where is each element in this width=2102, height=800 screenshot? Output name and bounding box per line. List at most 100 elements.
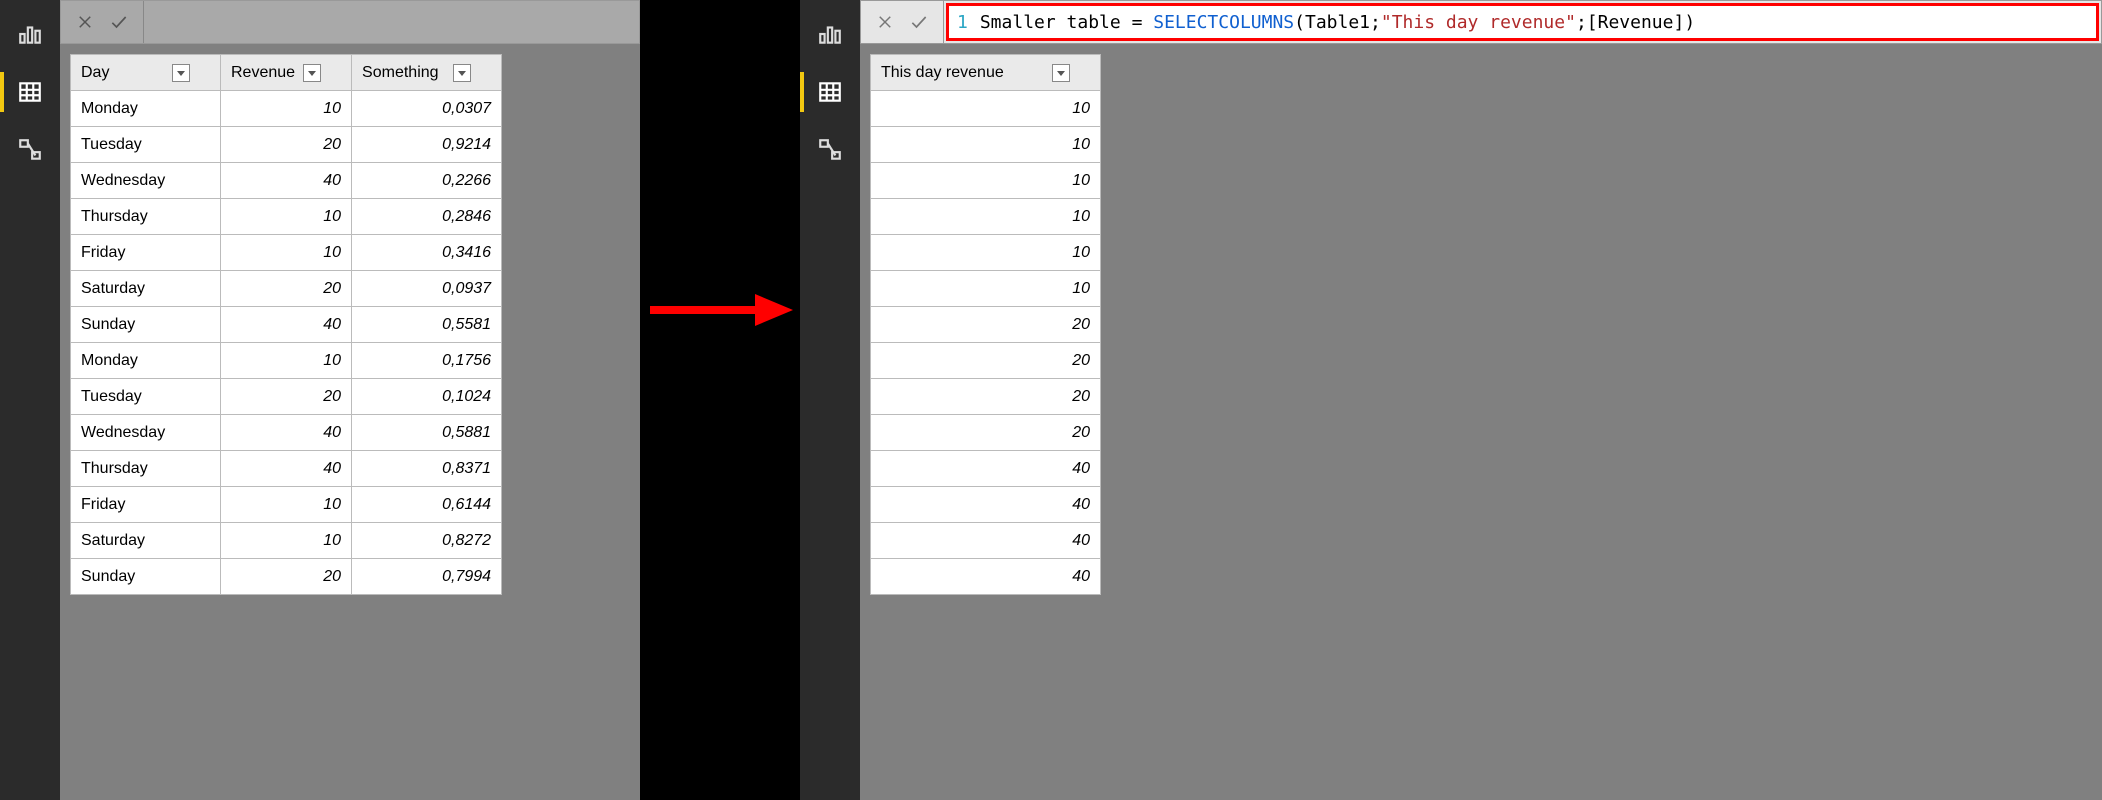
report-view-icon[interactable]: [10, 14, 50, 54]
table-row[interactable]: Wednesday400,5881: [71, 415, 502, 451]
table-row[interactable]: 40: [871, 451, 1101, 487]
cell-day: Tuesday: [71, 379, 221, 415]
cell-revenue: 40: [221, 451, 352, 487]
cancel-formula-button[interactable]: [871, 8, 899, 36]
cell-day: Sunday: [71, 559, 221, 595]
table-row[interactable]: 10: [871, 199, 1101, 235]
right-grid-wrap: This day revenue 10101010101020202020404…: [860, 44, 2102, 595]
table-row[interactable]: 40: [871, 487, 1101, 523]
cell-day: Saturday: [71, 523, 221, 559]
cell-this-day-revenue: 20: [871, 379, 1101, 415]
cell-revenue: 40: [221, 415, 352, 451]
table-row[interactable]: Tuesday200,1024: [71, 379, 502, 415]
formula-arg-string: "This day revenue": [1381, 12, 1576, 33]
right-formula-bar: 1 Smaller table = SELECTCOLUMNS ( Table1…: [860, 0, 2102, 44]
report-view-icon[interactable]: [810, 14, 850, 54]
model-view-icon[interactable]: [10, 130, 50, 170]
cell-day: Sunday: [71, 307, 221, 343]
column-filter-button[interactable]: [1052, 64, 1070, 82]
right-formula-input[interactable]: 1 Smaller table = SELECTCOLUMNS ( Table1…: [946, 3, 2099, 41]
cell-this-day-revenue: 40: [871, 523, 1101, 559]
cell-revenue: 10: [221, 343, 352, 379]
confirm-formula-button[interactable]: [105, 8, 133, 36]
left-main: DayRevenueSomething Monday100,0307Tuesda…: [60, 0, 640, 800]
table-row[interactable]: Wednesday400,2266: [71, 163, 502, 199]
table-row[interactable]: 10: [871, 127, 1101, 163]
cell-this-day-revenue: 40: [871, 559, 1101, 595]
formula-sep: ;: [1370, 12, 1381, 33]
table-row[interactable]: Tuesday200,9214: [71, 127, 502, 163]
cell-this-day-revenue: 10: [871, 91, 1101, 127]
cell-something: 0,6144: [352, 487, 502, 523]
cancel-formula-button[interactable]: [71, 8, 99, 36]
cell-this-day-revenue: 20: [871, 343, 1101, 379]
table-row[interactable]: Sunday400,5581: [71, 307, 502, 343]
left-formula-input[interactable]: [144, 1, 639, 43]
table-row[interactable]: Monday100,1756: [71, 343, 502, 379]
column-header-label: Something: [362, 64, 439, 82]
formula-open-paren: (: [1294, 12, 1305, 33]
cell-day: Monday: [71, 343, 221, 379]
table-row[interactable]: Thursday100,2846: [71, 199, 502, 235]
cell-day: Friday: [71, 235, 221, 271]
right-panel: 1 Smaller table = SELECTCOLUMNS ( Table1…: [800, 0, 2102, 800]
arrow-icon: [645, 290, 795, 330]
column-filter-button[interactable]: [172, 64, 190, 82]
table-row[interactable]: 20: [871, 343, 1101, 379]
table-row[interactable]: Monday100,0307: [71, 91, 502, 127]
cell-something: 0,5581: [352, 307, 502, 343]
data-view-icon[interactable]: [10, 72, 50, 112]
formula-table-name: Smaller table: [980, 12, 1121, 33]
cell-day: Monday: [71, 91, 221, 127]
column-filter-button[interactable]: [303, 64, 321, 82]
confirm-formula-button[interactable]: [905, 8, 933, 36]
cell-day: Wednesday: [71, 163, 221, 199]
cell-this-day-revenue: 10: [871, 271, 1101, 307]
table-row[interactable]: 10: [871, 235, 1101, 271]
cell-revenue: 10: [221, 523, 352, 559]
cell-revenue: 20: [221, 271, 352, 307]
cell-day: Thursday: [71, 199, 221, 235]
table-row[interactable]: 20: [871, 379, 1101, 415]
formula-arg-column: [Revenue]: [1587, 12, 1685, 33]
column-header[interactable]: Day: [71, 55, 221, 91]
left-grid-wrap: DayRevenueSomething Monday100,0307Tuesda…: [60, 44, 640, 595]
cell-revenue: 40: [221, 163, 352, 199]
table-row[interactable]: Saturday200,0937: [71, 271, 502, 307]
cell-something: 0,8371: [352, 451, 502, 487]
table-row[interactable]: 10: [871, 91, 1101, 127]
cell-revenue: 10: [221, 199, 352, 235]
model-view-icon[interactable]: [810, 130, 850, 170]
column-header[interactable]: Revenue: [221, 55, 352, 91]
cell-revenue: 20: [221, 127, 352, 163]
formula-close-paren: ): [1684, 12, 1695, 33]
table-row[interactable]: 40: [871, 523, 1101, 559]
right-table: This day revenue 10101010101020202020404…: [870, 54, 1101, 595]
table-row[interactable]: Friday100,3416: [71, 235, 502, 271]
cell-something: 0,1756: [352, 343, 502, 379]
cell-revenue: 20: [221, 559, 352, 595]
cell-revenue: 20: [221, 379, 352, 415]
table-row[interactable]: Thursday400,8371: [71, 451, 502, 487]
column-header[interactable]: This day revenue: [871, 55, 1101, 91]
cell-something: 0,7994: [352, 559, 502, 595]
table-row[interactable]: 20: [871, 415, 1101, 451]
table-row[interactable]: 10: [871, 163, 1101, 199]
table-row[interactable]: 40: [871, 559, 1101, 595]
cell-something: 0,8272: [352, 523, 502, 559]
table-row[interactable]: 20: [871, 307, 1101, 343]
table-row[interactable]: Saturday100,8272: [71, 523, 502, 559]
right-sidebar: [800, 0, 860, 800]
cell-day: Saturday: [71, 271, 221, 307]
cell-this-day-revenue: 10: [871, 163, 1101, 199]
cell-something: 0,0937: [352, 271, 502, 307]
table-row[interactable]: Sunday200,7994: [71, 559, 502, 595]
column-header[interactable]: Something: [352, 55, 502, 91]
table-row[interactable]: Friday100,6144: [71, 487, 502, 523]
data-view-icon[interactable]: [810, 72, 850, 112]
cell-revenue: 10: [221, 91, 352, 127]
right-main: 1 Smaller table = SELECTCOLUMNS ( Table1…: [860, 0, 2102, 800]
left-formula-bar: [60, 0, 640, 44]
column-filter-button[interactable]: [453, 64, 471, 82]
table-row[interactable]: 10: [871, 271, 1101, 307]
